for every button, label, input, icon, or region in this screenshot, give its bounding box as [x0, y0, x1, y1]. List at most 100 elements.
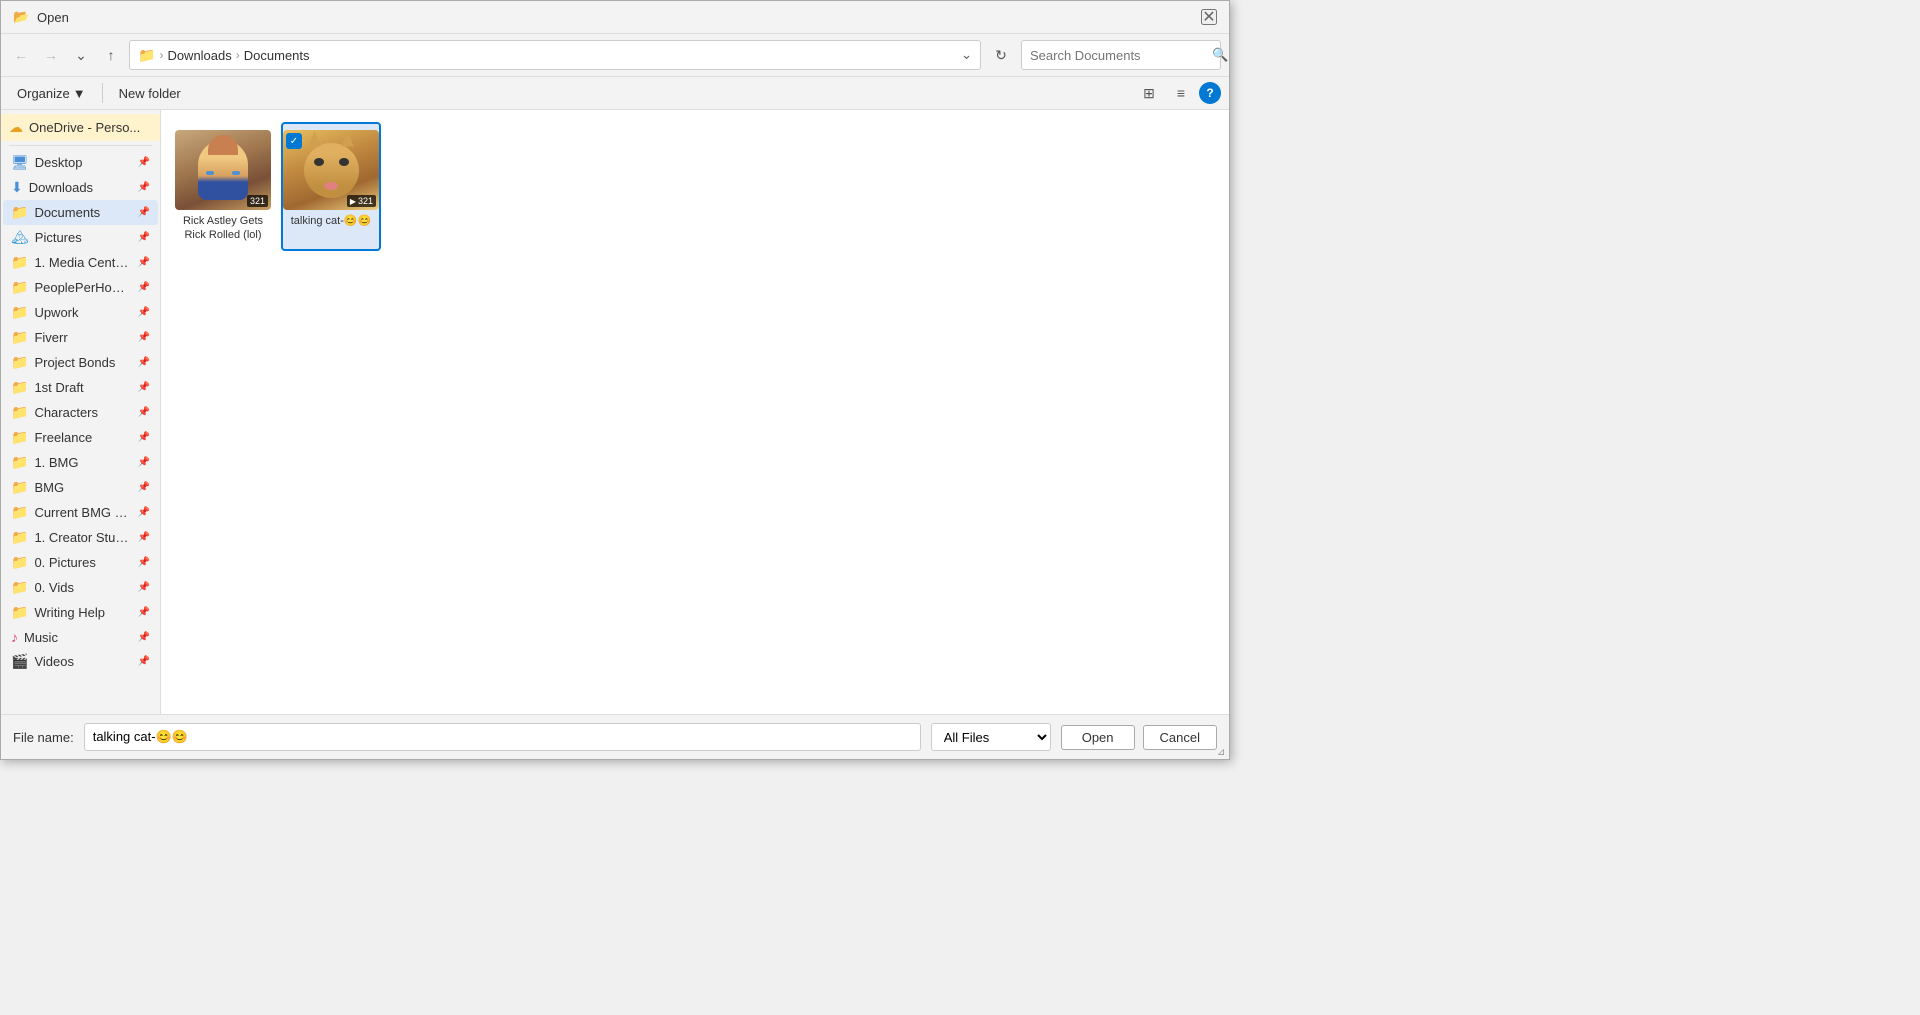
folder-icon: 📁	[11, 479, 28, 496]
pin-icon: 📌	[138, 307, 150, 318]
sidebar-item-label: 0. Vids	[34, 580, 131, 595]
file-thumbnail-talking-cat: ✓ ▶ 321	[283, 130, 379, 210]
sidebar-item-label: Current BMG V...	[34, 505, 131, 520]
sidebar-item-fiverr[interactable]: 📁 Fiverr 📌	[3, 325, 158, 350]
up-button[interactable]: ↑	[99, 43, 123, 67]
organize-button[interactable]: Organize ▼	[9, 82, 94, 105]
window-icon: 📂	[13, 9, 29, 25]
sidebar-item-first-draft[interactable]: 📁 1st Draft 📌	[3, 375, 158, 400]
sidebar-item-label: Music	[24, 630, 132, 645]
new-folder-button[interactable]: New folder	[111, 82, 189, 105]
pin-icon: 📌	[138, 207, 150, 218]
bottom-bar: File name: All Files Open Cancel	[1, 714, 1229, 759]
sidebar-item-bmg-1[interactable]: 📁 1. BMG 📌	[3, 450, 158, 475]
view-large-icons-button[interactable]: ⊞	[1135, 81, 1163, 105]
sidebar-item-label: Freelance	[34, 430, 131, 445]
sidebar-item-freelance[interactable]: 📁 Freelance 📌	[3, 425, 158, 450]
filename-input[interactable]	[84, 723, 921, 751]
onedrive-icon: ☁	[9, 119, 23, 136]
open-button[interactable]: Open	[1061, 725, 1135, 750]
sidebar-item-videos[interactable]: 🎬 Videos 📌	[3, 649, 158, 674]
sidebar-item-pictures-0[interactable]: 📁 0. Pictures 📌	[3, 550, 158, 575]
view-list-button[interactable]: ≡	[1167, 81, 1195, 105]
sidebar-item-desktop[interactable]: 🖥 Desktop 📌	[3, 150, 158, 175]
sidebar-item-label: 1. Media Cente...	[34, 255, 131, 270]
toolbar-separator	[102, 83, 103, 103]
sidebar-item-label: Documents	[34, 205, 131, 220]
folder-icon: 🖥	[11, 154, 29, 171]
sidebar-item-documents[interactable]: 📁 Documents 📌	[3, 200, 158, 225]
sidebar-item-project-bonds[interactable]: 📁 Project Bonds 📌	[3, 350, 158, 375]
refresh-button[interactable]: ↻	[987, 41, 1015, 69]
filetype-select[interactable]: All Files	[931, 723, 1051, 751]
pin-icon: 📌	[138, 582, 150, 593]
pin-icon: 📌	[138, 507, 150, 518]
open-dialog: 📂 Open ✕ ← → ⌄ ↑ 📁 › Downloads › Documen…	[0, 0, 1230, 760]
folder-icon: ⬇	[11, 179, 23, 196]
folder-icon: 📁	[11, 579, 28, 596]
search-icon: 🔍	[1212, 47, 1228, 63]
sidebar-item-label: 1. Creator Stud...	[34, 530, 131, 545]
sidebar-item-media-center[interactable]: 📁 1. Media Cente... 📌	[3, 250, 158, 275]
sidebar-item-pictures[interactable]: 🏔 Pictures 📌	[3, 225, 158, 250]
forward-button[interactable]: →	[39, 43, 63, 67]
breadcrumb-dropdown-button[interactable]: ⌄	[961, 47, 972, 63]
pin-icon: 📌	[138, 557, 150, 568]
help-button[interactable]: ?	[1199, 82, 1221, 104]
sidebar-item-downloads[interactable]: ⬇ Downloads 📌	[3, 175, 158, 200]
sidebar-item-onedrive[interactable]: ☁ OneDrive - Perso...	[1, 114, 160, 141]
toolbar: Organize ▼ New folder ⊞ ≡ ?	[1, 77, 1229, 110]
sidebar: ☁ OneDrive - Perso... 🖥 Desktop 📌 ⬇ Down…	[1, 110, 161, 714]
cancel-button[interactable]: Cancel	[1143, 725, 1217, 750]
sidebar-item-creator-studio[interactable]: 📁 1. Creator Stud... 📌	[3, 525, 158, 550]
folder-icon: 📁	[11, 504, 28, 521]
view-controls: ⊞ ≡ ?	[1135, 81, 1221, 105]
folder-icon: 🎬	[11, 653, 28, 670]
sidebar-item-characters[interactable]: 📁 Characters 📌	[3, 400, 158, 425]
folder-icon: ♪	[11, 629, 18, 645]
folder-icon: 📁	[11, 554, 28, 571]
sidebar-item-label: Downloads	[29, 180, 132, 195]
file-item-talking-cat[interactable]: ✓ ▶ 321 talking cat-😊😊	[281, 122, 381, 251]
close-button[interactable]: ✕	[1201, 9, 1217, 25]
pin-icon: 📌	[138, 282, 150, 293]
folder-icon: 📁	[11, 254, 28, 271]
search-input[interactable]	[1030, 48, 1206, 63]
pin-icon: 📌	[138, 632, 150, 643]
sidebar-item-label: Desktop	[35, 155, 132, 170]
sidebar-item-music[interactable]: ♪ Music 📌	[3, 625, 158, 649]
sidebar-item-writing-help[interactable]: 📁 Writing Help 📌	[3, 600, 158, 625]
breadcrumb-documents[interactable]: Documents	[244, 48, 310, 63]
sidebar-item-pph[interactable]: 📁 PeoplePerHour... 📌	[3, 275, 158, 300]
pin-icon: 📌	[138, 457, 150, 468]
sidebar-item-label: Fiverr	[34, 330, 131, 345]
sidebar-item-upwork[interactable]: 📁 Upwork 📌	[3, 300, 158, 325]
folder-icon: 📁	[11, 604, 28, 621]
sidebar-item-label: Writing Help	[34, 605, 131, 620]
recent-button[interactable]: ⌄	[69, 43, 93, 67]
pin-icon: 📌	[138, 257, 150, 268]
back-button[interactable]: ←	[9, 43, 33, 67]
folder-icon: 🏔	[11, 229, 29, 246]
sidebar-item-label: Characters	[34, 405, 131, 420]
sidebar-item-vids-0[interactable]: 📁 0. Vids 📌	[3, 575, 158, 600]
breadcrumb-downloads[interactable]: Downloads	[167, 48, 231, 63]
sidebar-item-bmg[interactable]: 📁 BMG 📌	[3, 475, 158, 500]
resize-handle[interactable]: ⊿	[1217, 747, 1229, 759]
pin-icon: 📌	[138, 382, 150, 393]
file-area: 321 Rick Astley Gets Rick Rolled (lol)	[161, 110, 1229, 714]
breadcrumb[interactable]: 📁 › Downloads › Documents ⌄	[129, 40, 981, 70]
file-name-rick-astley: Rick Astley Gets Rick Rolled (lol)	[181, 214, 265, 243]
folder-icon: 📁	[11, 379, 28, 396]
folder-icon: 📁	[11, 279, 28, 296]
sidebar-item-current-bmg[interactable]: 📁 Current BMG V... 📌	[3, 500, 158, 525]
sidebar-onedrive-label: OneDrive - Perso...	[29, 120, 140, 135]
file-item-rick-astley[interactable]: 321 Rick Astley Gets Rick Rolled (lol)	[173, 122, 273, 251]
sidebar-item-label: 1st Draft	[34, 380, 131, 395]
video-badge-cat: ▶ 321	[347, 195, 376, 207]
pin-icon: 📌	[138, 532, 150, 543]
sidebar-divider	[9, 145, 152, 146]
action-buttons: Open Cancel	[1061, 725, 1217, 750]
pin-icon: 📌	[138, 232, 150, 243]
folder-icon: 📁	[11, 529, 28, 546]
